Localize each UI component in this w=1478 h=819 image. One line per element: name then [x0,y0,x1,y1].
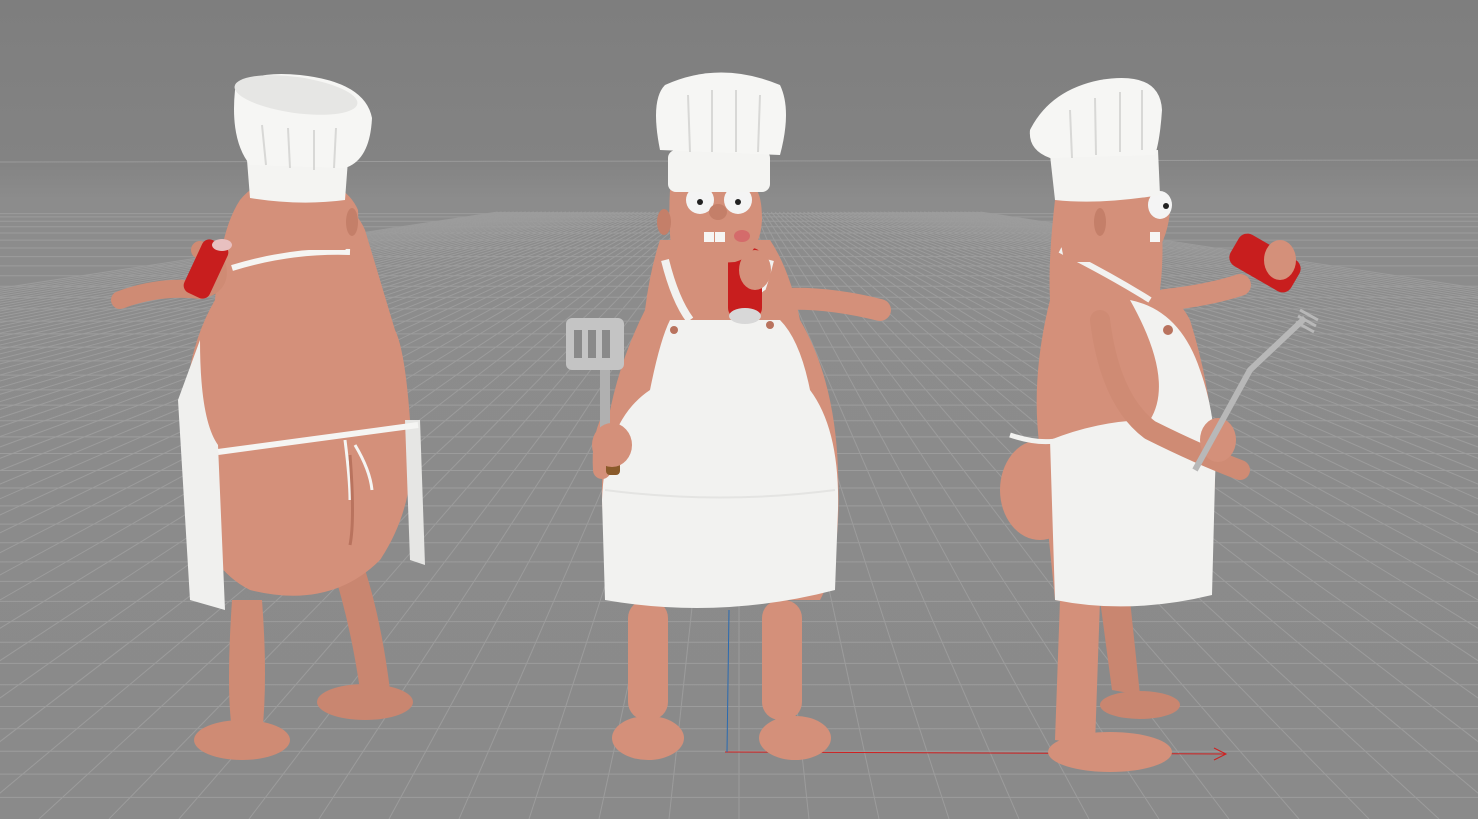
3d-viewport[interactable]: perspective [0,0,1478,819]
view-mode-label: perspective [0,0,1,1]
chef-character-side-icon[interactable] [1000,78,1319,772]
chef-character-front-icon[interactable] [566,72,891,761]
y-axis-line [726,609,730,753]
viewport-scene [0,72,1478,819]
viewport-hud: perspective [0,0,1,1]
